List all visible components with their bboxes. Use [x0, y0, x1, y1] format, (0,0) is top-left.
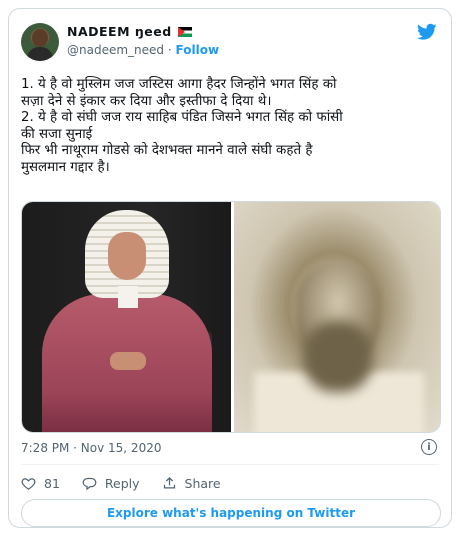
tweet-line: मुसलमान गद्दार है।	[21, 159, 110, 175]
tweet-line: की सजा सुनाई	[21, 126, 93, 142]
explore-twitter-button[interactable]: Explore what's happening on Twitter	[21, 499, 441, 527]
palestine-flag-icon	[177, 26, 192, 37]
tweet-line: फिर भी नाथूराम गोडसे को देशभक्त मानने वा…	[21, 143, 313, 158]
like-count: 81	[44, 476, 60, 491]
author-handle[interactable]: @nadeem_need	[67, 43, 164, 57]
tweet-card: NADEEM ŋeed @nadeem_need · Follow 1. ये …	[8, 8, 452, 528]
divider	[21, 464, 439, 465]
avatar[interactable]	[21, 23, 59, 61]
follow-link[interactable]: Follow	[176, 43, 220, 57]
tweet-line: 1. ये है वो मुस्लिम जज जस्टिस आगा हैदर ज…	[21, 77, 337, 92]
author-name-row[interactable]: NADEEM ŋeed	[67, 24, 192, 39]
blurred-portrait-photo[interactable]	[234, 202, 440, 432]
tweet-media[interactable]	[21, 201, 441, 433]
info-icon[interactable]: i	[421, 439, 437, 455]
tweet-line: 2. ये है वो संघी जज राय साहिब पंडित जिसन…	[21, 110, 343, 125]
reply-button[interactable]: Reply	[82, 476, 140, 491]
heart-icon	[21, 478, 36, 490]
tweet-timestamp[interactable]: 7:28 PM · Nov 15, 2020	[21, 441, 161, 455]
reply-label: Reply	[104, 476, 140, 491]
separator-dot: ·	[167, 43, 172, 57]
tweet-line: सज़ा देने से इंकार कर दिया और इस्तीफा दे…	[21, 93, 272, 109]
author-display-name[interactable]: NADEEM ŋeed	[67, 24, 172, 39]
share-label: Share	[184, 476, 221, 491]
twitter-bird-icon[interactable]	[417, 23, 437, 41]
share-button[interactable]: Share	[162, 476, 221, 491]
like-button[interactable]: 81	[21, 476, 60, 491]
share-icon	[163, 476, 175, 489]
judge-portrait-photo[interactable]	[22, 202, 231, 432]
author-handle-row: @nadeem_need · Follow	[67, 43, 219, 57]
tweet-actions: 81 Reply Share	[21, 476, 221, 491]
reply-icon	[82, 477, 97, 491]
tweet-text: 1. ये है वो मुस्लिम जज जस्टिस आगा हैदर ज…	[21, 77, 441, 176]
